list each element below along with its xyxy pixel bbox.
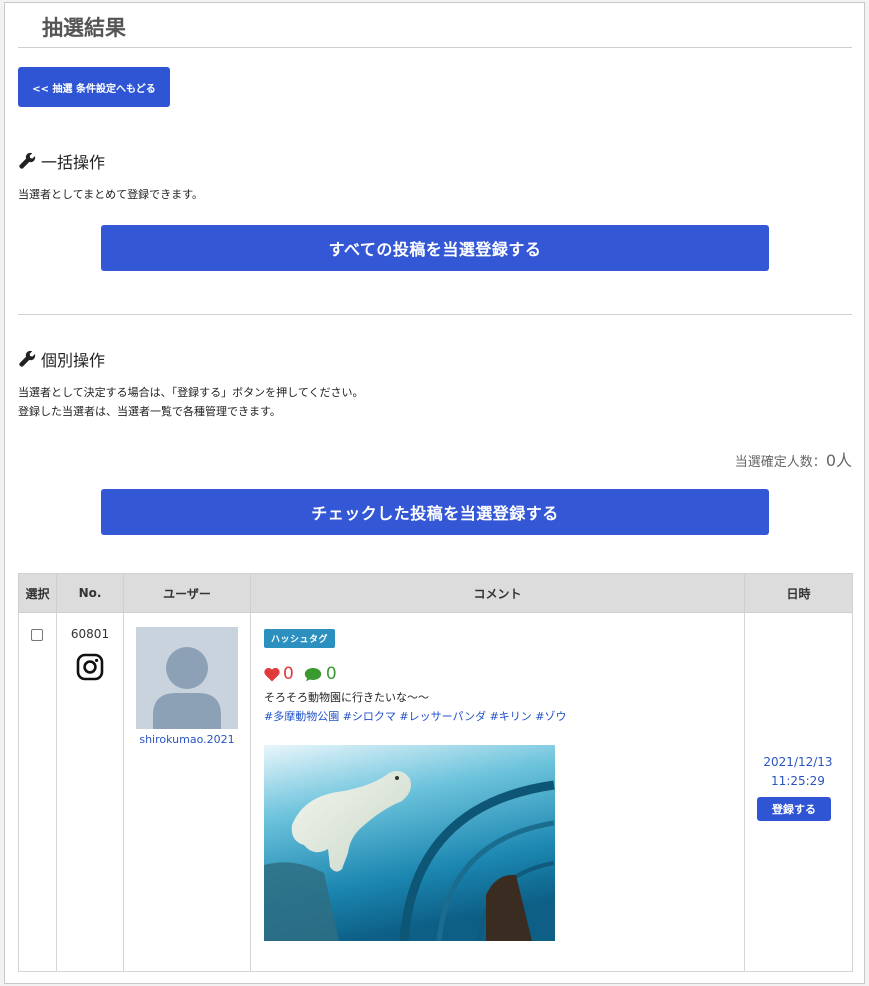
- page-title: 抽選結果: [42, 16, 126, 40]
- select-cell: [18, 612, 57, 972]
- username-link[interactable]: shirokumao.2021: [124, 733, 250, 746]
- comment-cell: ハッシュタグ 0 0 そろそろ動物園に行きたいな〜〜 #多摩動物公園 #シロクマ…: [250, 612, 745, 972]
- avatar: [136, 627, 238, 729]
- register-button[interactable]: 登録する: [757, 797, 831, 821]
- row-checkbox[interactable]: [31, 629, 43, 641]
- post-hashtags[interactable]: #多摩動物公園 #シロクマ #レッサーパンダ #キリン #ゾウ: [264, 708, 567, 724]
- table-row: 60801 shirokumao.2021 ハッシュタグ 0 0 そろそろ動物園…: [18, 612, 853, 972]
- engagement-stats: 0 0: [264, 664, 337, 684]
- post-datetime[interactable]: 2021/12/13 11:25:29: [745, 753, 851, 791]
- heart-icon: [264, 667, 280, 681]
- individual-description-line1: 当選者として決定する場合は、「登録する」ボタンを押してください。: [18, 386, 364, 399]
- register-checked-button[interactable]: チェックした投稿を当選登録する: [101, 489, 769, 535]
- winner-count: 当選確定人数：0人: [735, 447, 852, 471]
- post-number: 60801: [70, 627, 110, 641]
- hashtag-badge: ハッシュタグ: [264, 629, 336, 648]
- comment-count: 0: [325, 664, 337, 684]
- number-cell: 60801: [56, 612, 124, 972]
- table-header-row: 選択 No. ユーザー コメント 日時: [18, 573, 853, 613]
- header-select: 選択: [18, 573, 57, 613]
- user-cell: shirokumao.2021: [123, 612, 251, 972]
- bulk-section-heading: 一括操作: [18, 149, 105, 173]
- individual-description-line2: 登録した当選者は、当選者一覧で各種管理できます。: [18, 405, 281, 418]
- wrench-icon: [19, 350, 36, 367]
- divider: [18, 314, 852, 315]
- polar-bear-photo: [264, 745, 555, 941]
- winner-count-value: 0人: [825, 451, 852, 470]
- header-user: ユーザー: [123, 573, 251, 613]
- header-number: No.: [56, 573, 124, 613]
- wrench-icon: [19, 152, 36, 169]
- winner-count-label: 当選確定人数：: [734, 455, 826, 470]
- header-comment: コメント: [250, 573, 745, 613]
- post-text: そろそろ動物園に行きたいな〜〜: [264, 691, 429, 704]
- page-frame: 抽選結果 << 抽選 条件設定へもどる 一括操作 当選者としてまとめて登録できま…: [4, 2, 865, 984]
- user-silhouette-icon: [153, 647, 221, 729]
- back-to-settings-button[interactable]: << 抽選 条件設定へもどる: [18, 67, 170, 107]
- individual-heading-text: 個別操作: [41, 351, 106, 370]
- post-photo[interactable]: [264, 745, 555, 941]
- instagram-icon: [76, 653, 104, 681]
- header-datetime: 日時: [744, 573, 853, 613]
- like-count: 0: [283, 664, 294, 684]
- bulk-description: 当選者としてまとめて登録できます。: [18, 188, 204, 201]
- datetime-cell: 2021/12/13 11:25:29 登録する: [744, 612, 853, 972]
- register-all-button[interactable]: すべての投稿を当選登録する: [101, 225, 769, 271]
- individual-section-heading: 個別操作: [18, 347, 105, 371]
- divider: [18, 47, 852, 48]
- comment-bubble-icon: [304, 667, 322, 681]
- post-time: 11:25:29: [771, 774, 825, 788]
- post-date: 2021/12/13: [763, 755, 833, 769]
- bulk-heading-text: 一括操作: [41, 153, 106, 172]
- results-table: 選択 No. ユーザー コメント 日時 60801 shirokumao.202…: [18, 573, 853, 972]
